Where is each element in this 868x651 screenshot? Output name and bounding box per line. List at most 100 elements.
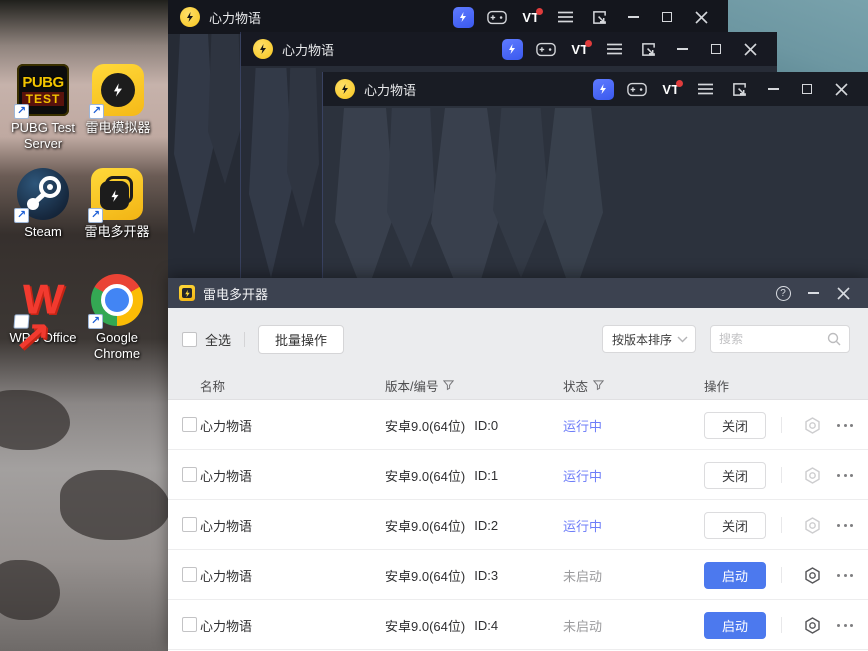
lightning-bolt-icon: [114, 83, 122, 97]
close-button[interactable]: [828, 278, 858, 308]
ldplayer-icon: ↗: [89, 64, 144, 119]
minimize-button[interactable]: [665, 32, 699, 66]
maximize-button[interactable]: [650, 0, 684, 34]
filter-icon[interactable]: [593, 379, 605, 391]
stop-instance-button[interactable]: 关闭: [704, 511, 766, 539]
gamepad-icon[interactable]: [529, 32, 563, 66]
instance-version: 安卓9.0(64位) ID:1: [385, 467, 499, 484]
instance-version: 安卓9.0(64位) ID:3: [385, 567, 499, 584]
close-button[interactable]: [824, 72, 858, 106]
stop-instance-button[interactable]: 关闭: [704, 461, 766, 489]
window-title: 心力物语: [282, 42, 335, 58]
minimize-button[interactable]: [798, 278, 828, 308]
help-icon[interactable]: ?: [768, 278, 798, 308]
instance-row: 心力物语 安卓9.0(64位) ID:0 运行中 关闭: [168, 400, 868, 450]
header-status: 状态: [563, 370, 605, 400]
instance-version: 安卓9.0(64位) ID:2: [385, 517, 499, 534]
steam-icon: ↗: [14, 168, 69, 223]
settings-gear-icon[interactable]: [795, 566, 829, 585]
settings-gear-icon[interactable]: [795, 466, 829, 485]
more-options-icon[interactable]: [837, 573, 853, 577]
minimize-button[interactable]: [616, 0, 650, 34]
chevron-down-icon: [677, 336, 688, 342]
gamepad-icon[interactable]: [480, 0, 514, 34]
desktop-icon-pubg-test-server[interactable]: PUBG TEST ↗ PUBG Test Server: [0, 64, 86, 152]
window-title: 心力物语: [209, 10, 262, 26]
stop-instance-button[interactable]: 关闭: [704, 411, 766, 439]
instance-name: 心力物语: [200, 468, 253, 484]
menu-icon[interactable]: [597, 32, 631, 66]
close-button[interactable]: [733, 32, 767, 66]
more-options-icon[interactable]: [837, 623, 853, 627]
popout-icon[interactable]: [582, 0, 616, 34]
vt-virtualization-button[interactable]: VT: [654, 72, 688, 106]
divider: [781, 567, 782, 583]
divider: [781, 417, 782, 433]
boost-icon[interactable]: [495, 32, 529, 66]
manager-toolbar: 全选 批量操作 按版本排序: [168, 308, 868, 370]
sort-dropdown[interactable]: 按版本排序: [602, 325, 696, 353]
filter-icon[interactable]: [443, 379, 455, 391]
instance-row: 心力物语 安卓9.0(64位) ID:3 未启动 启动: [168, 550, 868, 600]
more-options-icon[interactable]: [837, 473, 853, 477]
vt-virtualization-button[interactable]: VT: [563, 32, 597, 66]
popout-icon[interactable]: [631, 32, 665, 66]
popout-icon[interactable]: [722, 72, 756, 106]
more-options-icon[interactable]: [837, 423, 853, 427]
table-header: 名称 版本/编号 状态 操作: [168, 370, 868, 400]
settings-gear-icon[interactable]: [795, 516, 829, 535]
instance-version: 安卓9.0(64位) ID:4: [385, 617, 499, 634]
instance-name: 心力物语: [200, 418, 253, 434]
row-checkbox[interactable]: [182, 617, 197, 632]
titlebar[interactable]: 心力物语 VT: [168, 0, 728, 34]
close-button[interactable]: [684, 0, 718, 34]
row-checkbox[interactable]: [182, 467, 197, 482]
pubg-icon: PUBG TEST ↗: [14, 64, 69, 119]
desktop-icon-google-chrome[interactable]: ↗ Google Chrome: [74, 274, 160, 362]
shortcut-arrow-icon: ↗: [12, 314, 53, 361]
shortcut-arrow-icon: ↗: [14, 208, 29, 223]
shortcut-arrow-icon: ↗: [88, 208, 103, 223]
status-badge: 未启动: [563, 618, 603, 634]
menu-icon[interactable]: [688, 72, 722, 106]
select-all-label: 全选: [205, 332, 232, 348]
titlebar[interactable]: 心力物语 VT: [241, 32, 777, 66]
row-checkbox[interactable]: [182, 417, 197, 432]
minimize-button[interactable]: [756, 72, 790, 106]
titlebar[interactable]: 心力物语 VT: [323, 72, 868, 106]
gamepad-icon[interactable]: [620, 72, 654, 106]
boost-icon[interactable]: [446, 0, 480, 34]
boost-icon[interactable]: [586, 72, 620, 106]
search-box[interactable]: [710, 325, 850, 353]
row-checkbox[interactable]: [182, 517, 197, 532]
maximize-button[interactable]: [699, 32, 733, 66]
desktop-icon-ld-multiplayer[interactable]: ↗ 雷电多开器: [74, 168, 160, 240]
wps-office-icon: W ↗: [12, 274, 69, 361]
start-instance-button[interactable]: 启动: [704, 561, 766, 589]
desktop-icon-ldplayer[interactable]: ↗ 雷电模拟器: [75, 64, 161, 136]
vt-virtualization-button[interactable]: VT: [514, 0, 548, 34]
instance-name: 心力物语: [200, 618, 253, 634]
multi-instance-manager-window: 雷电多开器 ? 全选 批量操作 按版本排序 名称 版本/编号 状态 操作: [168, 278, 868, 651]
instance-row: 心力物语 安卓9.0(64位) ID:1 运行中 关闭: [168, 450, 868, 500]
search-icon: [827, 332, 841, 346]
settings-gear-icon[interactable]: [795, 416, 829, 435]
google-chrome-icon: ↗: [88, 274, 143, 329]
maximize-button[interactable]: [790, 72, 824, 106]
ld-multiplayer-icon: ↗: [88, 168, 143, 223]
icon-label: 雷电模拟器: [85, 120, 151, 135]
manager-window-title: 雷电多开器: [203, 286, 269, 302]
header-version: 版本/编号: [385, 370, 455, 400]
menu-icon[interactable]: [548, 0, 582, 34]
search-input[interactable]: [719, 332, 827, 346]
status-badge: 运行中: [563, 468, 603, 484]
pubg-art-text: PUBG: [22, 74, 64, 91]
batch-operations-button[interactable]: 批量操作: [258, 324, 345, 354]
select-all-checkbox[interactable]: [182, 331, 197, 347]
manager-titlebar[interactable]: 雷电多开器 ?: [168, 278, 868, 308]
more-options-icon[interactable]: [837, 523, 853, 527]
settings-gear-icon[interactable]: [795, 616, 829, 635]
start-instance-button[interactable]: 启动: [704, 611, 766, 639]
shortcut-arrow-icon: ↗: [88, 314, 103, 329]
row-checkbox[interactable]: [182, 567, 197, 582]
